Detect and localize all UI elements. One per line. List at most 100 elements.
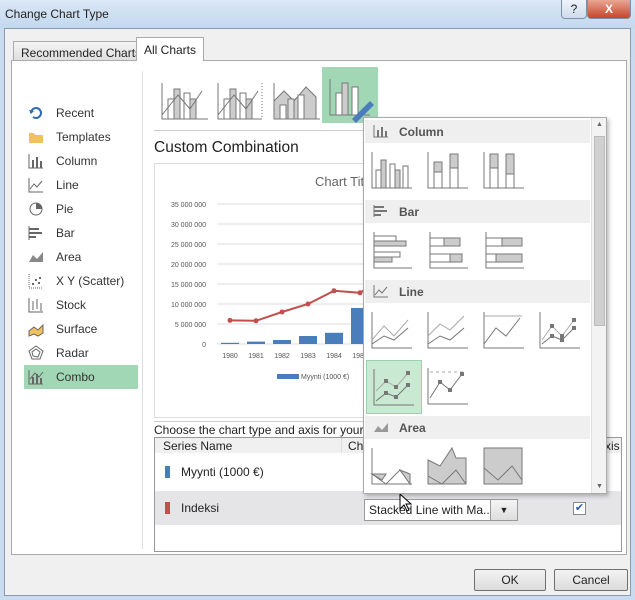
chart-type-dropdown: Column Bar Line Area ▲ ▼ [363, 117, 607, 494]
x-tick-label: 1981 [248, 353, 264, 360]
bar[interactable] [247, 341, 265, 344]
x-tick-label: 1983 [300, 353, 316, 360]
window-title: Change Chart Type [5, 7, 109, 21]
chart-title[interactable]: Chart Tit [315, 174, 365, 189]
section-label: Column [399, 125, 444, 139]
scrollbar-thumb[interactable] [594, 136, 605, 326]
legend-label[interactable]: Myynti (1000 €) [301, 374, 349, 381]
tab-all-charts[interactable]: All Charts [136, 37, 205, 61]
line-marker[interactable] [357, 290, 363, 296]
line-icon[interactable] [370, 308, 414, 352]
scroll-up-icon[interactable]: ▲ [596, 121, 603, 128]
stacked-area-icon[interactable] [426, 444, 470, 488]
100-stacked-area-icon[interactable] [482, 444, 526, 488]
bar[interactable] [273, 340, 291, 344]
stacked-column-icon[interactable] [426, 148, 470, 192]
combo-chart-icon [28, 370, 44, 385]
sidebar-item-label: Templates [56, 130, 111, 144]
series-name: Indeksi [181, 501, 220, 515]
sidebar-item-combo[interactable]: Combo [24, 365, 138, 389]
divider [142, 71, 143, 549]
stacked-bar-icon[interactable] [426, 228, 470, 272]
100-stacked-line-icon[interactable] [482, 308, 526, 352]
clustered-column-icon[interactable] [370, 148, 414, 192]
series-color-swatch [165, 466, 170, 478]
clustered-bar-icon[interactable] [370, 228, 414, 272]
sidebar-item-surface[interactable]: Surface [24, 317, 138, 341]
series-name: Myynti (1000 €) [181, 465, 264, 479]
sidebar-item-label: X Y (Scatter) [56, 274, 125, 288]
sidebar-item-stock[interactable]: Stock [24, 293, 138, 317]
sidebar-item-label: Surface [56, 322, 98, 336]
100-stacked-column-icon[interactable] [482, 148, 526, 192]
sidebar-item-x-y-scatter[interactable]: X Y (Scatter) [24, 269, 138, 293]
stacked-area-column-icon[interactable] [266, 71, 322, 127]
sidebar-item-bar[interactable]: Bar [24, 221, 138, 245]
bar[interactable] [221, 342, 239, 344]
chart-type-value: Stacked Line with Ma... [369, 503, 494, 517]
sidebar-item-label: Bar [56, 226, 75, 240]
line-marker[interactable] [253, 318, 259, 324]
line-marker[interactable] [331, 288, 337, 294]
bar[interactable] [299, 336, 317, 344]
tab-recommended-charts[interactable]: Recommended Charts [13, 41, 150, 61]
clustered-column-line-icon[interactable] [154, 71, 210, 127]
sidebar-item-label: Combo [56, 370, 95, 384]
bar[interactable] [325, 332, 343, 344]
100-stacked-bar-icon[interactable] [482, 228, 526, 272]
chevron-down-icon[interactable]: ▼ [490, 500, 517, 520]
ok-button[interactable]: OK [474, 569, 546, 591]
pie-chart-icon [29, 202, 43, 216]
chart-type-list: Recent Templates Column Line Pie Bar Area X Y (… [24, 101, 138, 389]
custom-combination-button[interactable] [322, 67, 378, 123]
x-tick-label: 1980 [222, 353, 238, 360]
y-tick-label: 15 000 000 [171, 282, 206, 289]
sidebar-item-label: Radar [56, 346, 89, 360]
dropdown-scrollbar[interactable]: ▲ ▼ [591, 118, 606, 493]
y-tick-label: 20 000 000 [171, 262, 206, 269]
recent-icon [29, 107, 42, 119]
sidebar-item-label: Recent [56, 106, 95, 120]
folder-icon [29, 133, 43, 143]
sidebar-item-line[interactable]: Line [24, 173, 138, 197]
stacked-line-icon[interactable] [426, 308, 470, 352]
sidebar-item-label: Stock [56, 298, 87, 312]
radar-chart-icon [28, 345, 44, 360]
bar-chart-icon [373, 205, 387, 217]
sidebar-item-column[interactable]: Column [24, 149, 138, 173]
custom-combo-icon [329, 79, 374, 123]
surface-chart-icon [28, 323, 44, 337]
chart-type-select[interactable]: Stacked Line with Ma... ▼ [364, 499, 518, 521]
scroll-down-icon[interactable]: ▼ [596, 483, 603, 490]
line-chart-icon [28, 178, 43, 193]
header-series-name: Series Name [163, 439, 233, 453]
line-marker[interactable] [227, 317, 233, 323]
100-stacked-line-with-markers-icon[interactable] [426, 364, 470, 408]
x-tick-label: 1982 [274, 353, 290, 360]
help-button[interactable]: ? [561, 0, 587, 19]
x-tick-label: 1984 [326, 353, 342, 360]
cancel-button[interactable]: Cancel [554, 569, 628, 591]
table-row: Indeksi Stacked Line with Ma... ▼ ✔ [155, 491, 621, 525]
secondary-axis-checkbox[interactable]: ✔ [573, 502, 586, 515]
sidebar-item-label: Line [56, 178, 79, 192]
column-line-secondary-icon[interactable] [210, 71, 266, 127]
stock-chart-icon [28, 298, 43, 313]
area-icon[interactable] [370, 444, 414, 488]
instruction-text: Choose the chart type and axis for your … [154, 423, 374, 437]
sidebar-item-area[interactable]: Area [24, 245, 138, 269]
line-chart-icon [373, 285, 388, 298]
mouse-cursor-icon [399, 493, 413, 512]
sidebar-item-templates[interactable]: Templates [24, 125, 138, 149]
stacked-line-with-markers-option[interactable] [366, 360, 422, 414]
close-button[interactable]: X [587, 0, 631, 19]
dialog: Recommended Charts All Charts Recent Temp… [4, 28, 631, 596]
line-marker[interactable] [279, 309, 285, 315]
section-column: Column [365, 120, 590, 143]
sidebar-item-pie[interactable]: Pie [24, 197, 138, 221]
y-tick-label: 35 000 000 [171, 202, 206, 209]
line-marker[interactable] [305, 301, 311, 307]
sidebar-item-recent[interactable]: Recent [24, 101, 138, 125]
sidebar-item-radar[interactable]: Radar [24, 341, 138, 365]
line-with-markers-icon[interactable] [538, 308, 582, 352]
